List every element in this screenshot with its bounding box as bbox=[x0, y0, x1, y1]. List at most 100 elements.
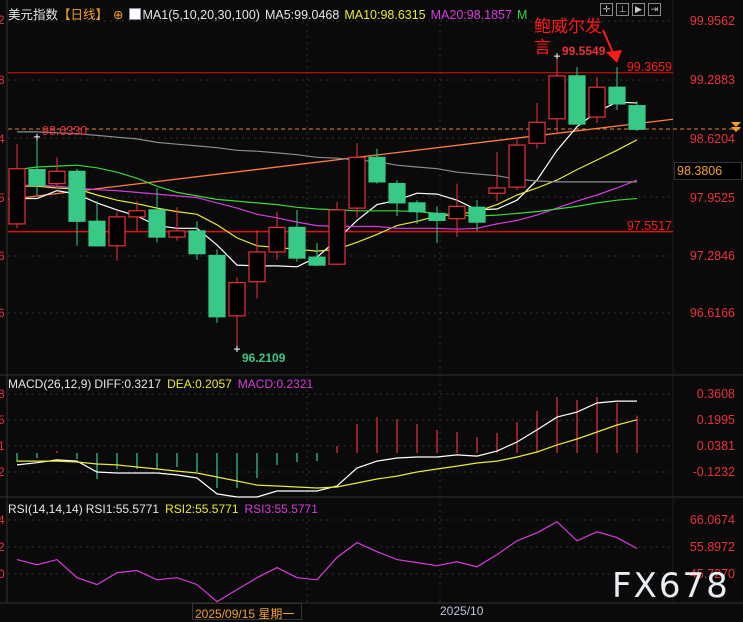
candle bbox=[8, 144, 26, 229]
left-price-tick: 4 bbox=[0, 132, 5, 146]
rsi-panel[interactable] bbox=[16, 520, 638, 603]
candle bbox=[528, 103, 546, 149]
candle bbox=[428, 206, 446, 244]
candle-body bbox=[148, 209, 166, 238]
chart-canvas[interactable] bbox=[0, 0, 743, 622]
support-level-label: 97.5517 bbox=[626, 219, 672, 233]
rsi-line bbox=[16, 520, 638, 603]
left-rsi-tick: 4 bbox=[0, 513, 5, 527]
rsi1-value: RSI1:55.5771 bbox=[85, 502, 160, 516]
candle-body bbox=[548, 75, 566, 120]
candle-body bbox=[248, 251, 266, 283]
left-price-tick: 8 bbox=[0, 73, 5, 87]
candle bbox=[88, 201, 106, 247]
candle bbox=[48, 157, 66, 189]
price-tick: 99.9562 bbox=[689, 14, 735, 28]
left-rsi-tick: 2 bbox=[0, 540, 5, 554]
candle-body bbox=[328, 209, 346, 265]
ma-chart-icon[interactable] bbox=[128, 8, 141, 20]
candle-body bbox=[8, 168, 26, 225]
candle bbox=[348, 143, 366, 218]
crosshair-icon[interactable]: ✛ bbox=[600, 3, 613, 16]
high-price-label: 99.5549 bbox=[562, 44, 606, 58]
indicator-toggle-icon[interactable]: ⊕ bbox=[113, 8, 123, 22]
fit-icon[interactable]: ⊥ bbox=[616, 3, 629, 16]
candle-body bbox=[448, 205, 466, 220]
price-panel-header: 美元指数【日线】 ⊕ MA1(5,10,20,30,100) MA5:99.0468 M… bbox=[8, 4, 532, 23]
left-macd-tick: 1 bbox=[0, 439, 5, 453]
candle-body bbox=[408, 202, 426, 213]
candle bbox=[508, 137, 526, 190]
time-cursor-label: 2025/09/15 星期一 bbox=[192, 603, 302, 621]
dea-line bbox=[17, 419, 638, 489]
play-icon[interactable]: ▶ bbox=[632, 3, 645, 16]
rsi3-value: RSI3:55.5771 bbox=[244, 502, 318, 516]
left-price-tick: 6 bbox=[0, 249, 5, 263]
candle bbox=[68, 168, 86, 246]
candle-body bbox=[568, 75, 586, 125]
left-macd-tick: 8 bbox=[0, 387, 5, 401]
extreme-marker bbox=[234, 346, 240, 353]
left-macd-tick: 5 bbox=[0, 413, 5, 427]
rsi2-value: RSI2:55.5771 bbox=[165, 502, 239, 516]
extreme-marker bbox=[34, 133, 40, 140]
price-tick: 96.6166 bbox=[689, 306, 735, 320]
left-macd-tick: 2 bbox=[0, 465, 5, 479]
macd-tick: -0.1232 bbox=[692, 465, 735, 479]
left-price-tick: 6 bbox=[0, 306, 5, 320]
level-marker-icon bbox=[731, 122, 741, 127]
ma10-value: MA10:98.6315 bbox=[344, 8, 426, 22]
annotation-arrow-head bbox=[606, 50, 622, 63]
watermark-logo: FX678 bbox=[612, 566, 730, 606]
ma20-value: MA20:98.1857 bbox=[430, 8, 512, 22]
ma-params: MA1(5,10,20,30,100) bbox=[142, 8, 260, 22]
low-price-label: 96.2109 bbox=[242, 351, 286, 365]
shift-right-icon[interactable]: ⇥ bbox=[648, 3, 661, 16]
price-tick: 97.2846 bbox=[689, 249, 735, 263]
candle-body bbox=[628, 105, 646, 130]
candle bbox=[308, 243, 326, 266]
candle-body bbox=[588, 86, 606, 118]
price-tick: 98.6204 bbox=[689, 132, 735, 146]
candle-body bbox=[368, 156, 386, 183]
price-panel[interactable] bbox=[7, 53, 743, 353]
candle-body bbox=[288, 226, 306, 259]
macd-tick: 0.0381 bbox=[696, 439, 735, 453]
period-label[interactable]: 【日线】 bbox=[58, 8, 108, 22]
macd-tick: 0.3608 bbox=[696, 387, 735, 401]
candle-body bbox=[388, 183, 406, 204]
candle-body bbox=[208, 254, 226, 318]
candle-body bbox=[48, 170, 66, 185]
candle-body bbox=[168, 230, 186, 238]
candle-body bbox=[428, 212, 446, 221]
candle bbox=[628, 101, 646, 132]
extreme-marker bbox=[554, 53, 560, 60]
annotation-layer bbox=[602, 29, 622, 63]
ma5-value: MA5:99.0468 bbox=[264, 8, 340, 22]
annotation-text-line2: 言 bbox=[534, 38, 551, 57]
current-price-box: 98.3806 bbox=[674, 162, 742, 180]
candle bbox=[128, 201, 146, 231]
candle bbox=[108, 211, 126, 261]
price-tick: 97.9525 bbox=[689, 191, 735, 205]
candle-body bbox=[88, 220, 106, 247]
price-tick: 99.2883 bbox=[689, 73, 735, 87]
macd-value: MACD:0.2321 bbox=[237, 377, 314, 391]
rsi-tick: 66.0674 bbox=[689, 513, 735, 527]
candle bbox=[148, 187, 166, 243]
candle-body bbox=[508, 144, 526, 188]
instrument-name: 美元指数 bbox=[8, 8, 59, 22]
candle bbox=[188, 221, 206, 260]
candle bbox=[588, 76, 606, 124]
macd-diff: DIFF:0.3217 bbox=[94, 377, 162, 391]
macd-panel[interactable] bbox=[16, 397, 638, 498]
rsi-tick: 55.8972 bbox=[689, 540, 735, 554]
ma30-value: M bbox=[516, 8, 528, 22]
resistance-level-label: 99.3659 bbox=[626, 60, 672, 74]
candle bbox=[288, 209, 306, 262]
candle bbox=[608, 67, 626, 111]
macd-dea: DEA:0.2057 bbox=[167, 377, 232, 391]
left-price-tick: 5 bbox=[0, 191, 5, 205]
candle-body bbox=[128, 210, 146, 218]
candle-body bbox=[528, 121, 546, 144]
